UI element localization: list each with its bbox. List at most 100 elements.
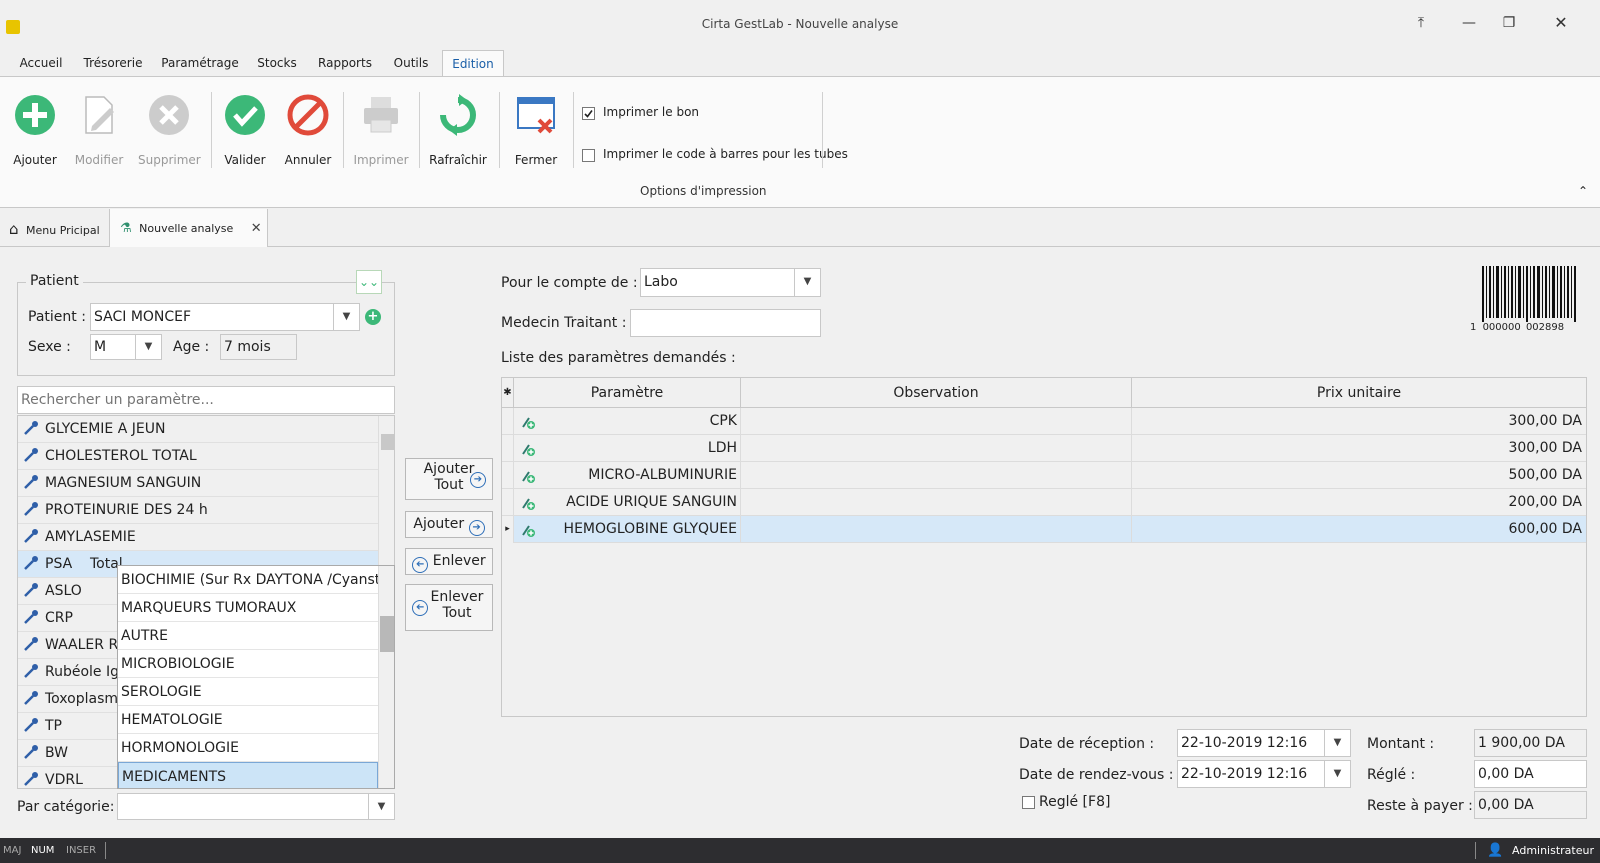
print-barcode-checkbox[interactable]: [582, 149, 595, 162]
close-window-button[interactable]: ✕: [1546, 12, 1576, 34]
grid-corner-icon[interactable]: ✱: [502, 378, 514, 408]
chevron-down-icon[interactable]: ▼: [794, 269, 820, 296]
chevron-down-icon[interactable]: ▼: [333, 304, 359, 330]
row-price[interactable]: 300,00 DA: [1132, 435, 1586, 462]
category-scrollbar[interactable]: [378, 566, 394, 788]
minimize-button[interactable]: —: [1454, 12, 1484, 34]
montant-field[interactable]: 1 900,00 DA: [1474, 729, 1587, 757]
patient-name-select[interactable]: SACI MONCEF ▼: [90, 303, 360, 331]
tab-tresorerie[interactable]: Trésorerie: [78, 50, 148, 76]
tab-stocks[interactable]: Stocks: [252, 50, 302, 76]
category-option[interactable]: AUTRE: [118, 622, 378, 650]
regle-field[interactable]: 0,00 DA: [1474, 760, 1587, 788]
scrollbar-thumb[interactable]: [380, 616, 394, 652]
category-option[interactable]: HEMATOLOGIE: [118, 706, 378, 734]
row-indicator[interactable]: [502, 462, 514, 489]
category-select[interactable]: ▼: [117, 793, 395, 820]
pin-icon[interactable]: ⤒: [1406, 12, 1436, 34]
list-item[interactable]: MAGNESIUM SANGUIN: [18, 470, 378, 497]
annuler-button[interactable]: Annuler: [277, 94, 339, 167]
row-price[interactable]: 300,00 DA: [1132, 408, 1586, 435]
row-observation[interactable]: [741, 408, 1132, 435]
table-row[interactable]: CPK 300,00 DA: [502, 408, 1586, 435]
age-field[interactable]: 7 mois: [220, 334, 297, 360]
add-patient-icon[interactable]: +: [365, 309, 381, 325]
barcode-icon: [1482, 266, 1576, 324]
row-param[interactable]: MICRO-ALBUMINURIE: [514, 462, 741, 489]
category-option[interactable]: MARQUEURS TUMORAUX: [118, 594, 378, 622]
modifier-button[interactable]: Modifier: [68, 94, 130, 167]
row-price[interactable]: 200,00 DA: [1132, 489, 1586, 516]
doc-tab-menu[interactable]: ⌂ Menu Pricipal: [0, 209, 110, 247]
row-param[interactable]: ACIDE URIQUE SANGUIN: [514, 489, 741, 516]
restore-button[interactable]: ❐: [1494, 12, 1524, 34]
reste-field[interactable]: 0,00 DA: [1474, 791, 1587, 819]
category-option-selected[interactable]: MEDICAMENTS: [118, 762, 378, 788]
collapse-chevron-icon[interactable]: ⌄⌄: [356, 270, 382, 294]
col-header-prix[interactable]: Prix unitaire: [1132, 378, 1586, 408]
category-option[interactable]: BIOCHIMIE (Sur Rx DAYTONA /Cyanstar): [118, 566, 378, 594]
imprimer-button[interactable]: Imprimer: [350, 94, 412, 167]
row-indicator[interactable]: [502, 489, 514, 516]
table-row[interactable]: ACIDE URIQUE SANGUIN 200,00 DA: [502, 489, 1586, 516]
close-tab-icon[interactable]: ✕: [251, 221, 262, 236]
tab-rapports[interactable]: Rapports: [310, 50, 380, 76]
table-row-selected[interactable]: ▸ HEMOGLOBINE GLYQUEE 600,00 DA: [502, 516, 1586, 543]
row-param[interactable]: LDH: [514, 435, 741, 462]
row-observation[interactable]: [741, 462, 1132, 489]
list-item[interactable]: AMYLASEMIE: [18, 524, 378, 551]
remove-button[interactable]: ➔ Enlever: [405, 548, 493, 575]
row-observation[interactable]: [741, 435, 1132, 462]
rafraichir-button[interactable]: Rafraîchir: [427, 94, 489, 167]
tab-parametrage[interactable]: Paramétrage: [158, 50, 242, 76]
chevron-down-icon[interactable]: ▼: [368, 794, 394, 819]
row-indicator[interactable]: [502, 408, 514, 435]
rdv-date-picker[interactable]: 22-10-2019 12:16 ▼: [1177, 760, 1351, 788]
valider-button[interactable]: Valider: [214, 94, 276, 167]
chevron-down-icon[interactable]: ▼: [1324, 761, 1350, 787]
col-header-parametre[interactable]: Paramètre: [514, 378, 741, 408]
regle-checkbox[interactable]: [1022, 796, 1035, 809]
tab-outils[interactable]: Outils: [388, 50, 434, 76]
list-item[interactable]: PROTEINURIE DES 24 h: [18, 497, 378, 524]
category-option[interactable]: MICROBIOLOGIE: [118, 650, 378, 678]
remove-label: Enlever: [432, 553, 486, 569]
rafraichir-label: Rafraîchir: [429, 153, 487, 167]
add-button[interactable]: Ajouter ➔: [405, 511, 493, 538]
modifier-label: Modifier: [74, 153, 124, 167]
pipette-icon: [24, 556, 38, 570]
list-item[interactable]: CHOLESTEROL TOTAL: [18, 443, 378, 470]
tab-accueil[interactable]: Accueil: [12, 50, 70, 76]
row-param[interactable]: HEMOGLOBINE GLYQUEE: [514, 516, 741, 543]
table-row[interactable]: LDH 300,00 DA: [502, 435, 1586, 462]
row-observation[interactable]: [741, 516, 1132, 543]
chevron-down-icon[interactable]: ▼: [135, 335, 161, 359]
fermer-button[interactable]: Fermer: [505, 94, 567, 167]
add-all-button[interactable]: Ajouter ➔ Tout: [405, 458, 493, 500]
supprimer-button[interactable]: Supprimer: [138, 94, 201, 167]
row-pointer-icon[interactable]: ▸: [502, 516, 514, 543]
category-option[interactable]: HORMONOLOGIE: [118, 734, 378, 762]
print-bon-checkbox[interactable]: [582, 107, 595, 120]
list-item[interactable]: GLYCEMIE A JEUN: [18, 416, 378, 443]
row-price[interactable]: 600,00 DA: [1132, 516, 1586, 543]
doc-tab-nouvelle-analyse[interactable]: ⚗ Nouvelle analyse ✕: [110, 209, 268, 247]
account-select[interactable]: Labo ▼: [640, 268, 821, 297]
col-header-observation[interactable]: Observation: [741, 378, 1132, 408]
collapse-ribbon-icon[interactable]: ⌃: [1578, 184, 1588, 198]
tab-edition[interactable]: Edition: [442, 50, 504, 76]
chevron-down-icon[interactable]: ▼: [1324, 730, 1350, 756]
row-observation[interactable]: [741, 489, 1132, 516]
remove-all-button[interactable]: ➔ Enlever Tout: [405, 584, 493, 631]
row-price[interactable]: 500,00 DA: [1132, 462, 1586, 489]
doctor-input[interactable]: [630, 309, 821, 337]
row-param[interactable]: CPK: [514, 408, 741, 435]
table-row[interactable]: MICRO-ALBUMINURIE 500,00 DA: [502, 462, 1586, 489]
scrollbar-thumb[interactable]: [381, 434, 394, 450]
search-param-input[interactable]: [17, 386, 395, 414]
reception-date-picker[interactable]: 22-10-2019 12:16 ▼: [1177, 729, 1351, 757]
row-indicator[interactable]: [502, 435, 514, 462]
category-option[interactable]: SEROLOGIE: [118, 678, 378, 706]
ajouter-button[interactable]: Ajouter: [4, 94, 66, 167]
sexe-select[interactable]: M ▼: [90, 334, 162, 360]
